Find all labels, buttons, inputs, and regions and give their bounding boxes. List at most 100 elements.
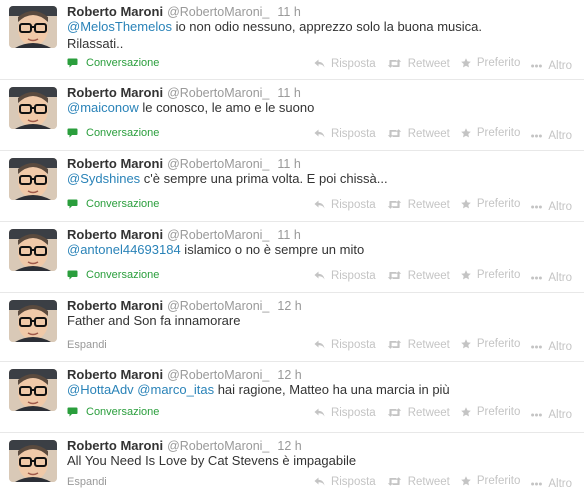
- avatar[interactable]: [9, 440, 57, 482]
- more-dots-icon: [531, 482, 545, 486]
- more-dots-icon: [531, 413, 545, 417]
- reply-arrow-icon: [314, 271, 328, 280]
- more-label: Altro: [548, 130, 572, 142]
- expand-link[interactable]: Espandi: [67, 476, 107, 488]
- mention-link[interactable]: @Sydshines: [67, 171, 140, 186]
- favorite-button[interactable]: Preferito: [461, 195, 520, 213]
- author-handle[interactable]: @RobertoMaroni_: [167, 86, 269, 100]
- tweet-time[interactable]: 11 h: [277, 5, 300, 19]
- tweet-timeline: Roberto Maroni @RobertoMaroni_ 11 h @Melos…: [0, 0, 584, 490]
- favorite-label: Preferito: [476, 269, 521, 281]
- retweet-icon: [387, 340, 405, 349]
- speech-bubble-icon: [67, 128, 82, 138]
- author-name[interactable]: Roberto Maroni: [67, 85, 163, 100]
- tweet-time[interactable]: 11 h: [277, 86, 300, 100]
- favorite-button[interactable]: Preferito: [461, 124, 520, 142]
- reply-button[interactable]: Risposta: [314, 404, 376, 422]
- reply-label: Risposta: [330, 475, 376, 488]
- retweet-button[interactable]: Retweet: [387, 125, 450, 143]
- reply-label: Risposta: [330, 269, 376, 282]
- retweet-button[interactable]: Retweet: [387, 196, 450, 214]
- star-icon: [461, 407, 474, 417]
- mention-link[interactable]: @antonel44693184: [67, 242, 181, 257]
- avatar[interactable]: [9, 6, 57, 48]
- retweet-button[interactable]: Retweet: [387, 267, 450, 285]
- more-label: Altro: [548, 201, 572, 213]
- favorite-button[interactable]: Preferito: [461, 403, 520, 421]
- retweet-button[interactable]: Retweet: [387, 55, 450, 73]
- author-name[interactable]: Roberto Maroni: [67, 367, 163, 382]
- more-button[interactable]: Altro: [531, 406, 572, 424]
- tweet-item[interactable]: Roberto Maroni @RobertoMaroni_ 12 h Father…: [0, 294, 584, 362]
- conversation-link[interactable]: Conversazione: [67, 124, 159, 142]
- reply-button[interactable]: Risposta: [314, 55, 376, 73]
- avatar[interactable]: [9, 158, 57, 200]
- retweet-button[interactable]: Retweet: [387, 404, 450, 422]
- tweet-item[interactable]: Roberto Maroni @RobertoMaroni_ 11 h @anton…: [0, 223, 584, 293]
- author-name[interactable]: Roberto Maroni: [67, 156, 163, 171]
- author-handle[interactable]: @RobertoMaroni_: [167, 299, 269, 313]
- retweet-button[interactable]: Retweet: [387, 473, 450, 491]
- author-handle[interactable]: @RobertoMaroni_: [167, 5, 269, 19]
- author-handle[interactable]: @RobertoMaroni_: [167, 368, 269, 382]
- author-handle[interactable]: @RobertoMaroni_: [167, 228, 269, 242]
- tweet-actions: Risposta Retweet Preferito Altro: [303, 195, 572, 216]
- avatar[interactable]: [9, 229, 57, 271]
- author-name[interactable]: Roberto Maroni: [67, 227, 163, 242]
- tweet-item[interactable]: Roberto Maroni @RobertoMaroni_ 11 h @Melos…: [0, 0, 584, 80]
- conversation-link[interactable]: Conversazione: [67, 403, 159, 421]
- tweet-time[interactable]: 12 h: [277, 368, 301, 382]
- tweet-footer: Conversazione Risposta Retweet Preferito Al…: [67, 195, 584, 213]
- more-button[interactable]: Altro: [531, 475, 572, 493]
- mention-link[interactable]: @maiconow: [67, 100, 139, 115]
- avatar[interactable]: [9, 300, 57, 342]
- author-name[interactable]: Roberto Maroni: [67, 298, 163, 313]
- more-dots-icon: [531, 134, 545, 138]
- star-icon: [461, 199, 474, 209]
- more-dots-icon: [531, 205, 545, 209]
- reply-arrow-icon: [314, 59, 328, 68]
- reply-button[interactable]: Risposta: [314, 125, 376, 143]
- reply-label: Risposta: [330, 406, 376, 419]
- author-handle[interactable]: @RobertoMaroni_: [167, 157, 269, 171]
- conversation-link[interactable]: Conversazione: [67, 54, 159, 72]
- tweet-item[interactable]: Roberto Maroni @RobertoMaroni_ 11 h @Sydsh…: [0, 152, 584, 222]
- more-button[interactable]: Altro: [531, 338, 572, 356]
- more-button[interactable]: Altro: [531, 198, 572, 216]
- reply-button[interactable]: Risposta: [314, 267, 376, 285]
- favorite-button[interactable]: Preferito: [461, 472, 520, 490]
- author-handle[interactable]: @RobertoMaroni_: [167, 439, 269, 453]
- avatar[interactable]: [9, 369, 57, 411]
- favorite-button[interactable]: Preferito: [461, 266, 520, 284]
- tweet-item[interactable]: Roberto Maroni @RobertoMaroni_ 12 h All Yo…: [0, 434, 584, 490]
- author-name[interactable]: Roberto Maroni: [67, 438, 163, 453]
- conversation-link[interactable]: Conversazione: [67, 266, 159, 284]
- mention-link[interactable]: @MelosThemelos: [67, 19, 172, 34]
- reply-button[interactable]: Risposta: [314, 473, 376, 491]
- avatar[interactable]: [9, 87, 57, 129]
- tweet-item[interactable]: Roberto Maroni @RobertoMaroni_ 11 h @maico…: [0, 81, 584, 151]
- tweet-item[interactable]: Roberto Maroni @RobertoMaroni_ 12 h @Hotta…: [0, 363, 584, 433]
- more-dots-icon: [531, 64, 545, 68]
- tweet-time[interactable]: 11 h: [277, 157, 300, 171]
- more-button[interactable]: Altro: [531, 127, 572, 145]
- mention-link[interactable]: @HottaAdv: [67, 382, 134, 397]
- reply-button[interactable]: Risposta: [314, 196, 376, 214]
- more-label: Altro: [548, 478, 572, 490]
- conversation-link[interactable]: Conversazione: [67, 195, 159, 213]
- reply-label: Risposta: [330, 57, 376, 70]
- favorite-button[interactable]: Preferito: [461, 54, 520, 72]
- tweet-time[interactable]: 12 h: [277, 299, 301, 313]
- tweet-time[interactable]: 11 h: [277, 228, 300, 242]
- favorite-button[interactable]: Preferito: [461, 335, 520, 353]
- author-name[interactable]: Roberto Maroni: [67, 4, 163, 19]
- reply-button[interactable]: Risposta: [314, 336, 376, 354]
- tweet-time[interactable]: 12 h: [277, 439, 301, 453]
- more-button[interactable]: Altro: [531, 57, 572, 75]
- expand-link[interactable]: Espandi: [67, 339, 107, 351]
- retweet-button[interactable]: Retweet: [387, 336, 450, 354]
- more-button[interactable]: Altro: [531, 269, 572, 287]
- retweet-label: Retweet: [407, 406, 450, 419]
- mention-link[interactable]: @marco_itas: [137, 382, 214, 397]
- star-icon: [461, 476, 474, 486]
